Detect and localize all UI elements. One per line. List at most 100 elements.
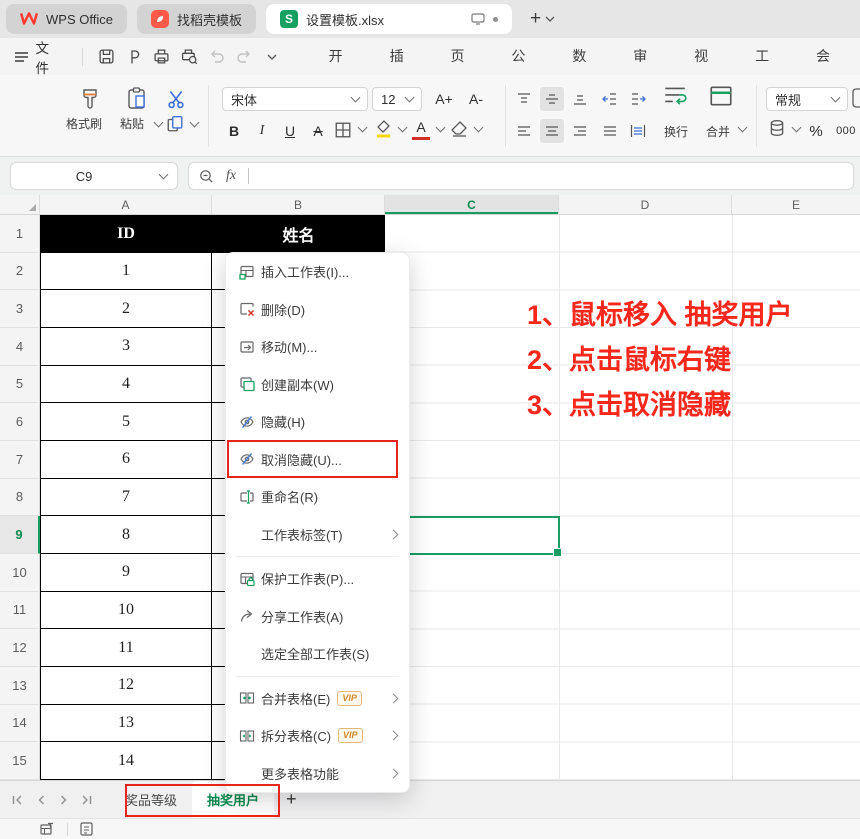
increase-indent-icon[interactable] — [626, 87, 650, 111]
ribbon-tab[interactable]: 公式 — [494, 38, 555, 75]
row-header[interactable]: 15 — [0, 742, 40, 780]
row-header[interactable]: 9 — [0, 516, 40, 554]
align-right-icon[interactable] — [568, 119, 592, 143]
align-left-icon[interactable] — [512, 119, 536, 143]
row-header[interactable]: 13 — [0, 667, 40, 705]
ribbon-tab[interactable]: 页面 — [433, 38, 494, 75]
format-painter-label[interactable]: 格式刷 — [66, 115, 102, 132]
cell-col-a[interactable]: 5 — [40, 403, 212, 441]
cell-col-a[interactable]: 13 — [40, 705, 212, 743]
row-header[interactable]: 10 — [0, 554, 40, 592]
redo-button[interactable] — [231, 44, 259, 70]
menu-item-merge-tables[interactable]: 合并表格(E) VIP — [226, 680, 409, 718]
row-header[interactable]: 5 — [0, 366, 40, 404]
cut-icon[interactable] — [166, 89, 186, 109]
fx-icon[interactable]: fx — [226, 168, 236, 184]
cell-col-a[interactable]: 2 — [40, 290, 212, 328]
ribbon-tab[interactable]: 插入 — [373, 38, 434, 75]
underline-button[interactable]: U — [278, 119, 302, 143]
wrap-text-label[interactable]: 换行 — [664, 123, 688, 140]
cell-col-a[interactable]: 6 — [40, 441, 212, 479]
cell-col-a[interactable]: 1 — [40, 253, 212, 291]
cell-col-a[interactable]: 12 — [40, 667, 212, 705]
menu-item-protect-sheet[interactable]: 保护工作表(P)... — [226, 560, 409, 598]
fill-handle[interactable] — [553, 548, 562, 557]
print-button[interactable] — [148, 44, 176, 70]
new-tab-button[interactable]: + — [530, 8, 541, 30]
col-header-a[interactable]: A — [40, 195, 212, 214]
col-header-d[interactable]: D — [559, 195, 732, 214]
currency-partial-icon[interactable] — [852, 87, 860, 109]
paste-label[interactable]: 粘贴 — [120, 115, 144, 132]
row-header[interactable]: 11 — [0, 592, 40, 630]
cell-col-a[interactable]: 11 — [40, 629, 212, 667]
align-bottom-icon[interactable] — [568, 87, 592, 111]
merge-center-icon[interactable] — [708, 83, 734, 109]
comma-style-button[interactable]: 000 — [834, 119, 858, 143]
ribbon-tab[interactable]: 会员 — [799, 38, 860, 75]
cell-col-a[interactable]: 3 — [40, 328, 212, 366]
col-header-c[interactable]: C — [385, 195, 559, 214]
col-header-b[interactable]: B — [212, 195, 385, 214]
accounting-style-icon[interactable] — [768, 119, 786, 137]
selected-cell-c9[interactable] — [384, 516, 560, 555]
save-button[interactable] — [93, 44, 121, 70]
formula-input[interactable]: fx — [188, 162, 854, 190]
tab-list-chevron-icon[interactable] — [545, 16, 555, 22]
monitor-icon[interactable] — [471, 13, 485, 25]
id-header-cell[interactable]: ID — [40, 215, 212, 253]
align-top-icon[interactable] — [512, 87, 536, 111]
font-color-button[interactable]: A — [412, 119, 430, 140]
ribbon-tab[interactable]: 数据 — [555, 38, 616, 75]
quickbar-more-chevron-icon[interactable] — [258, 44, 286, 70]
paste-icon[interactable] — [126, 87, 148, 111]
font-name-combo[interactable]: 宋体 — [222, 87, 368, 111]
row-header[interactable]: 14 — [0, 705, 40, 743]
menu-item-share-sheet[interactable]: 分享工作表(A) — [226, 598, 409, 636]
row-header[interactable]: 3 — [0, 290, 40, 328]
menu-item-split-table[interactable]: 拆分表格(C) VIP — [226, 717, 409, 755]
export-pdf-button[interactable] — [121, 44, 149, 70]
tab-docer-templates[interactable]: 找稻壳模板 — [137, 4, 256, 34]
distributed-icon[interactable] — [626, 119, 650, 143]
row-header[interactable]: 4 — [0, 328, 40, 366]
name-header-cell[interactable]: 姓名 — [212, 215, 385, 253]
wrap-text-icon[interactable] — [662, 83, 688, 109]
tab-document-active[interactable]: S 设置模板.xlsx — [266, 4, 512, 34]
copy-icon[interactable] — [166, 115, 184, 133]
row-header[interactable]: 2 — [0, 253, 40, 291]
shrink-font-button[interactable]: A- — [464, 87, 488, 111]
borders-icon[interactable] — [334, 121, 352, 139]
ribbon-tab[interactable]: 视图 — [677, 38, 738, 75]
name-box[interactable]: C9 — [10, 162, 178, 190]
cell-col-a[interactable]: 9 — [40, 554, 212, 592]
zoom-formula-icon[interactable] — [199, 169, 214, 184]
undo-button[interactable] — [203, 44, 231, 70]
align-center-icon[interactable] — [540, 119, 564, 143]
cell-col-a[interactable]: 4 — [40, 366, 212, 404]
menu-item-insert-sheet[interactable]: 插入工作表(I)... — [226, 253, 409, 291]
ribbon-tab[interactable]: 工具 — [738, 38, 799, 75]
file-menu-button[interactable]: 文件 — [36, 37, 63, 77]
row-header[interactable]: 7 — [0, 441, 40, 479]
grow-font-button[interactable]: A+ — [432, 87, 456, 111]
next-sheet-icon[interactable] — [52, 788, 75, 812]
print-preview-button[interactable] — [176, 44, 204, 70]
menu-item-select-all-sheets[interactable]: 选定全部工作表(S) — [226, 635, 409, 673]
percent-style-button[interactable]: % — [804, 119, 828, 143]
fill-color-icon[interactable] — [374, 118, 392, 138]
strikethrough-button[interactable]: A — [306, 119, 330, 143]
bold-button[interactable]: B — [222, 119, 246, 143]
ribbon-tab[interactable]: 审阅 — [616, 38, 677, 75]
menu-item-duplicate-sheet[interactable]: 创建副本(W) — [226, 366, 409, 404]
menu-item-sheet-tab-color[interactable]: 工作表标签(T) — [226, 516, 409, 554]
select-all-corner[interactable] — [0, 195, 40, 214]
row-header[interactable]: 12 — [0, 629, 40, 667]
format-painter-icon[interactable] — [78, 87, 102, 111]
row-header[interactable]: 1 — [0, 215, 40, 253]
row-header[interactable]: 8 — [0, 479, 40, 517]
cell-col-a[interactable]: 8 — [40, 516, 212, 554]
font-size-combo[interactable]: 12 — [372, 87, 422, 111]
merge-center-label[interactable]: 合并 — [706, 123, 730, 140]
italic-button[interactable]: I — [250, 119, 274, 143]
